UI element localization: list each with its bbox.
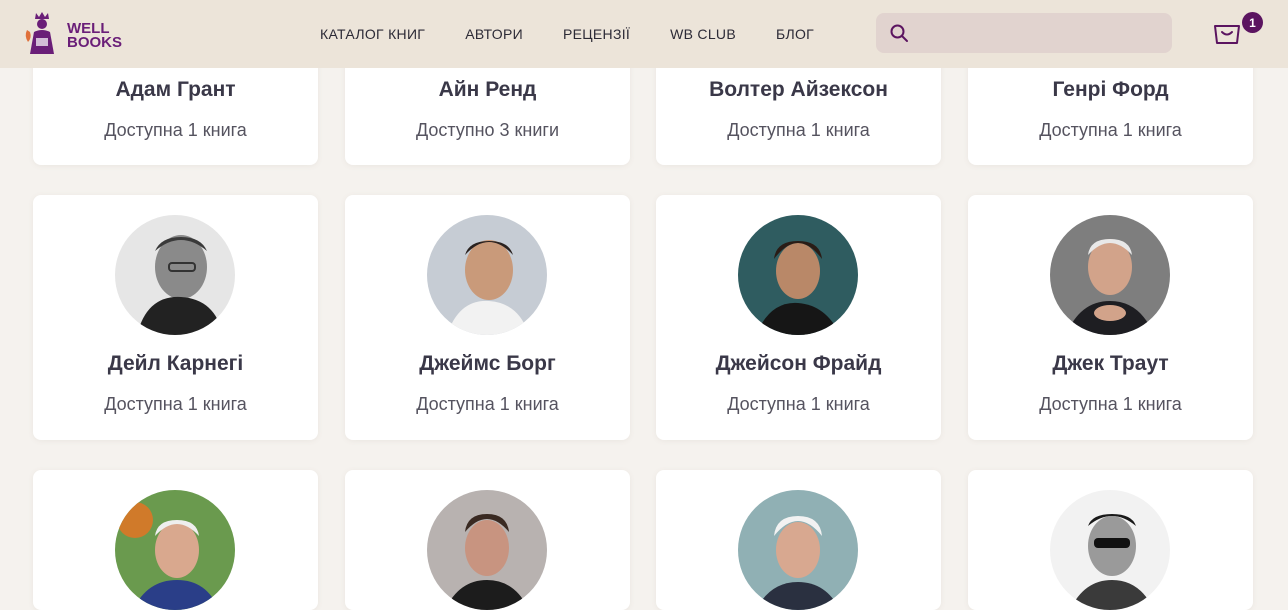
author-card[interactable]: [656, 470, 941, 610]
site-logo[interactable]: WELL BOOKS: [22, 8, 132, 60]
author-card[interactable]: [345, 470, 630, 610]
author-books-count: Доступна 1 книга: [1039, 394, 1182, 414]
nav-catalog[interactable]: КАТАЛОГ КНИГ: [320, 26, 425, 42]
author-photo: [738, 215, 858, 335]
author-card[interactable]: Джеймс Борг Доступна 1 книга: [345, 195, 630, 440]
site-header: WELL BOOKS КАТАЛОГ КНИГ АВТОРИ РЕЦЕНЗІЇ …: [0, 0, 1288, 68]
author-books-count: Доступно 3 книги: [415, 120, 560, 140]
author-name: Адам Грант: [115, 78, 236, 101]
nav-reviews[interactable]: РЕЦЕНЗІЇ: [563, 26, 630, 42]
author-name: Джек Траут: [1052, 352, 1169, 375]
main-nav: КАТАЛОГ КНИГ АВТОРИ РЕЦЕНЗІЇ WB CLUB БЛО…: [300, 0, 834, 68]
author-photo: [427, 215, 547, 335]
author-name: Джейсон Фрайд: [715, 352, 882, 375]
author-name: Генрі Форд: [1052, 78, 1169, 101]
author-name: Джеймс Борг: [419, 352, 556, 375]
author-name: Волтер Айзексон: [709, 78, 888, 101]
cart-count-badge: 1: [1242, 12, 1263, 33]
author-photo: [1050, 490, 1170, 610]
author-card[interactable]: [33, 470, 318, 610]
nav-authors[interactable]: АВТОРИ: [465, 26, 523, 42]
author-photo: [427, 490, 547, 610]
author-books-count: Доступна 1 книга: [727, 394, 870, 414]
author-books-count: Доступна 1 книга: [1039, 120, 1182, 140]
author-card[interactable]: Джек Траут Доступна 1 книга: [968, 195, 1253, 440]
search-box: [876, 13, 1172, 53]
logo-figure-icon: [25, 12, 54, 54]
author-name: Айн Ренд: [438, 78, 537, 101]
author-card[interactable]: Джейсон Фрайд Доступна 1 книга: [656, 195, 941, 440]
search-input[interactable]: [920, 19, 1164, 49]
author-photo: [115, 490, 235, 610]
author-books-count: Доступна 1 книга: [104, 394, 247, 414]
author-photo: [738, 490, 858, 610]
nav-blog[interactable]: БЛОГ: [776, 26, 814, 42]
author-books-count: Доступна 1 книга: [104, 120, 247, 140]
search-icon[interactable]: [889, 23, 909, 43]
logo-text: WELL BOOKS: [67, 20, 123, 51]
author-books-count: Доступна 1 книга: [416, 394, 559, 414]
author-photo: [1050, 215, 1170, 335]
nav-wb-club[interactable]: WB CLUB: [670, 26, 736, 42]
author-card[interactable]: [968, 470, 1253, 610]
author-photo: [115, 215, 235, 335]
cart-icon[interactable]: [1212, 18, 1242, 48]
author-card[interactable]: Дейл Карнегі Доступна 1 книга: [33, 195, 318, 440]
author-books-count: Доступна 1 книга: [727, 120, 870, 140]
author-name: Дейл Карнегі: [107, 352, 244, 375]
